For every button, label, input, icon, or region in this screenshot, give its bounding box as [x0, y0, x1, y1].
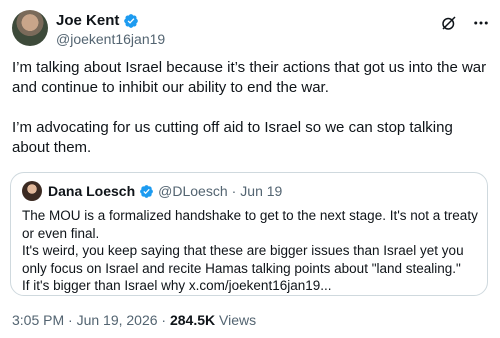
meta-separator: · [231, 183, 237, 199]
tweet-paragraph: I’m advocating for us cutting off aid to… [12, 119, 453, 156]
quoted-line: The MOU is a formalized handshake to get… [22, 208, 478, 241]
tweet-timestamp[interactable]: 3:05 PM · Jun 19, 2026 · [12, 312, 170, 328]
quoted-handle[interactable]: @DLoesch [158, 183, 227, 199]
quoted-header: Dana Loesch @DLoesch · Jun 19 [22, 181, 282, 201]
views-label: Views [215, 312, 257, 328]
tweet-text: I’m talking about Israel because it’s th… [12, 58, 490, 158]
quoted-avatar[interactable] [22, 181, 42, 201]
tweet-footer: 3:05 PM · Jun 19, 2026 · 284.5K Views [12, 312, 256, 328]
verified-badge-icon [124, 13, 139, 28]
header-actions [440, 14, 490, 32]
author-handle[interactable]: @joekent16jan19 [56, 31, 165, 47]
author-name[interactable]: Joe Kent [56, 12, 119, 29]
quoted-author-name[interactable]: Dana Loesch [48, 183, 135, 199]
more-icon[interactable] [472, 14, 490, 32]
author-avatar[interactable] [12, 10, 48, 46]
verified-badge-icon [140, 184, 154, 198]
quoted-tweet[interactable]: Dana Loesch @DLoesch · Jun 19 The MOU is… [10, 172, 488, 296]
tweet-paragraph: I’m talking about Israel because it’s th… [12, 59, 487, 96]
tweet-header: Joe Kent @joekent16jan19 [10, 8, 490, 48]
views-count: 284.5K [169, 312, 216, 328]
quoted-date[interactable]: Jun 19 [240, 183, 282, 199]
grok-icon[interactable] [440, 14, 458, 32]
quoted-text: The MOU is a formalized handshake to get… [22, 207, 480, 295]
author-name-row: Joe Kent [56, 12, 139, 29]
quoted-line: It's weird, you keep saying that these a… [22, 243, 464, 276]
quoted-line: If it's bigger than Israel why x.com/joe… [22, 278, 332, 293]
